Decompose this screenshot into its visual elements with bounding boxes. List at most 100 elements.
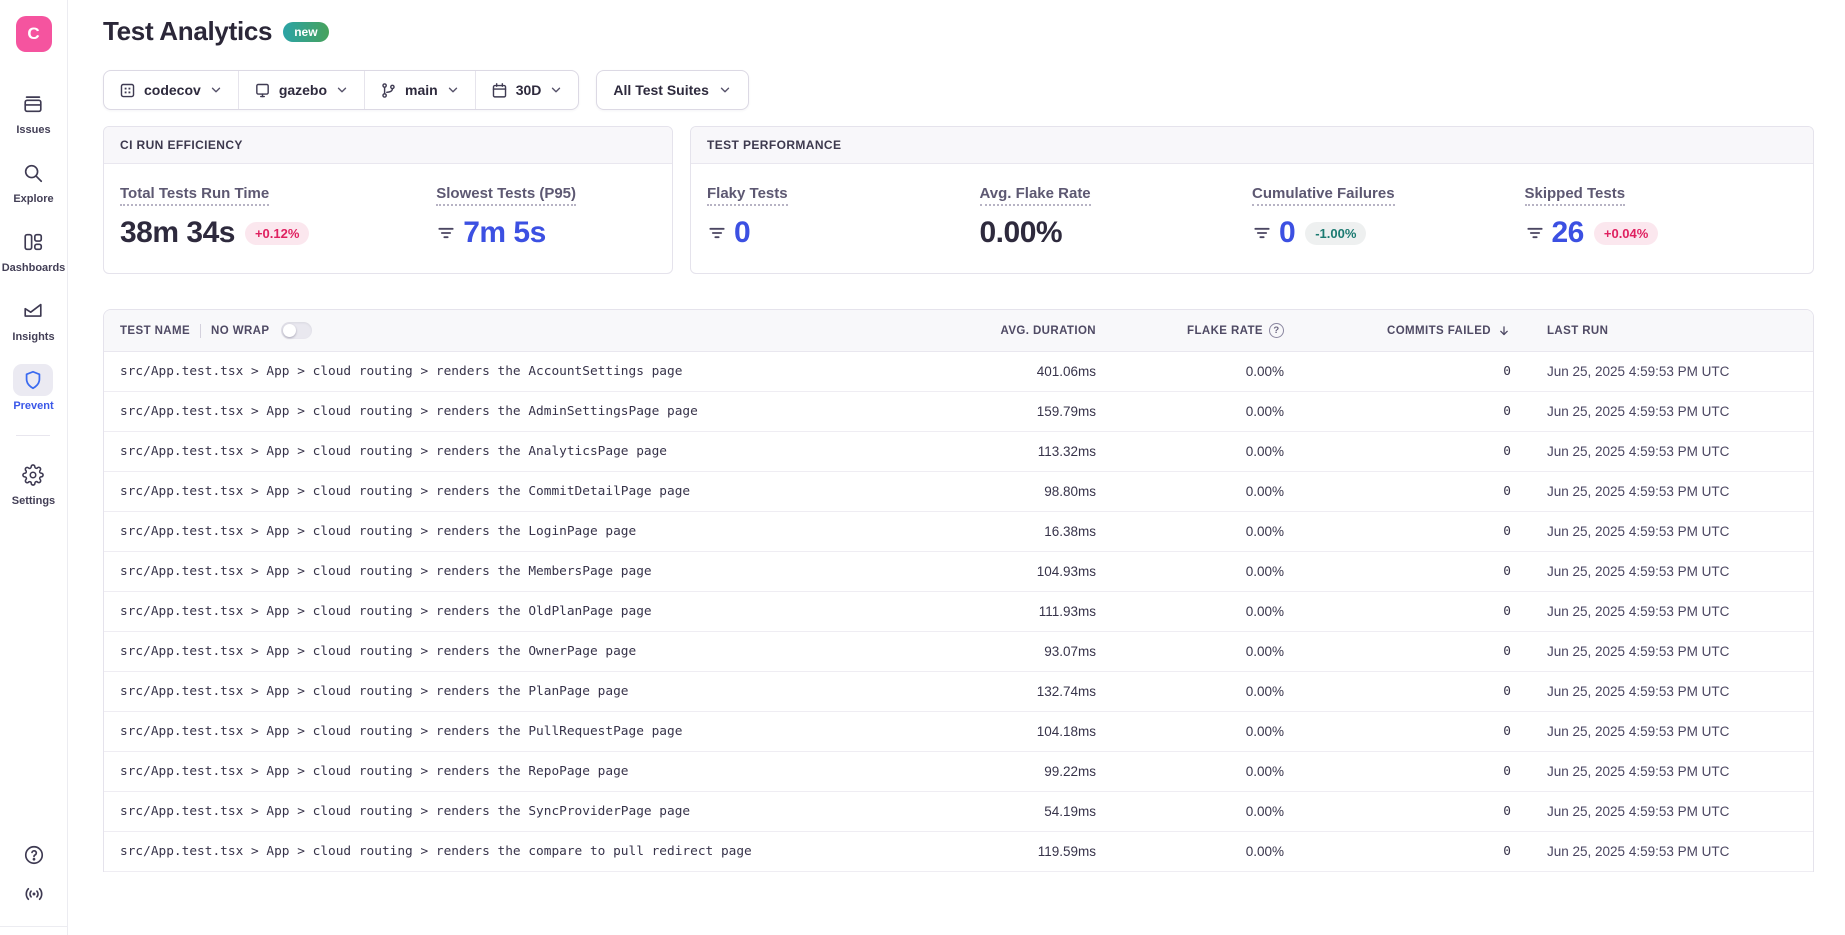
sidebar-item-explore[interactable]: Explore	[13, 157, 53, 205]
calendar-icon	[491, 82, 508, 99]
avg-duration-cell: 98.80ms	[936, 472, 1096, 512]
question-circle-icon[interactable]: ?	[1269, 323, 1284, 338]
ci-run-efficiency-panel: CI RUN EFFICIENCY Total Tests Run Time 3…	[103, 126, 673, 274]
table-row[interactable]: src/App.test.tsx > App > cloud routing >…	[104, 352, 1813, 392]
metric-label[interactable]: Total Tests Run Time	[120, 185, 269, 206]
repo-window-icon	[254, 82, 271, 99]
commits-failed-cell: 0	[1284, 632, 1511, 672]
codecov-logo[interactable]: C	[16, 16, 52, 52]
filter-lines-icon[interactable]	[707, 223, 727, 243]
table-row[interactable]: src/App.test.tsx > App > cloud routing >…	[104, 712, 1813, 752]
table-row[interactable]: src/App.test.tsx > App > cloud routing >…	[104, 392, 1813, 432]
sidebar-item-dashboards[interactable]: Dashboards	[2, 226, 66, 274]
test-suites-dropdown[interactable]: All Test Suites	[596, 70, 748, 110]
repo-selector[interactable]: gazebo	[238, 71, 364, 109]
metric-value-link[interactable]: 7m 5s	[463, 218, 546, 248]
filter-lines-icon[interactable]	[436, 223, 456, 243]
table-row[interactable]: src/App.test.tsx > App > cloud routing >…	[104, 552, 1813, 592]
table-row[interactable]: src/App.test.tsx > App > cloud routing >…	[104, 592, 1813, 632]
flake-rate-cell: 0.00%	[1096, 432, 1284, 472]
table-row[interactable]: src/App.test.tsx > App > cloud routing >…	[104, 752, 1813, 792]
test-name-cell[interactable]: src/App.test.tsx > App > cloud routing >…	[104, 352, 936, 392]
avg-duration-cell: 159.79ms	[936, 392, 1096, 432]
commits-failed-cell: 0	[1284, 352, 1511, 392]
col-header-avg-duration[interactable]: AVG. DURATION	[936, 310, 1096, 352]
table-row[interactable]: src/App.test.tsx > App > cloud routing >…	[104, 632, 1813, 672]
metric-flaky-tests: Flaky Tests 0	[707, 185, 980, 248]
avg-duration-cell: 104.18ms	[936, 712, 1096, 752]
metric-value-link[interactable]: 0	[734, 218, 750, 248]
sidebar-divider	[16, 435, 50, 436]
search-icon	[13, 157, 53, 189]
table-row[interactable]: src/App.test.tsx > App > cloud routing >…	[104, 832, 1813, 872]
last-run-cell: Jun 25, 2025 4:59:53 PM UTC	[1511, 552, 1813, 592]
sidebar-label: Explore	[13, 193, 53, 205]
test-name-cell[interactable]: src/App.test.tsx > App > cloud routing >…	[104, 592, 936, 632]
sort-descending-arrow-icon[interactable]	[1497, 324, 1511, 338]
sidebar-label: Insights	[12, 331, 54, 343]
commits-failed-cell: 0	[1284, 512, 1511, 552]
no-wrap-label: NO WRAP	[211, 325, 269, 337]
last-run-cell: Jun 25, 2025 4:59:53 PM UTC	[1511, 752, 1813, 792]
avg-duration-cell: 104.93ms	[936, 552, 1096, 592]
table-row[interactable]: src/App.test.tsx > App > cloud routing >…	[104, 672, 1813, 712]
sidebar-item-insights[interactable]: Insights	[12, 295, 54, 343]
flake-rate-cell: 0.00%	[1096, 832, 1284, 872]
last-run-cell: Jun 25, 2025 4:59:53 PM UTC	[1511, 392, 1813, 432]
table-row[interactable]: src/App.test.tsx > App > cloud routing >…	[104, 432, 1813, 472]
help-circle-icon[interactable]	[23, 844, 45, 866]
flake-rate-cell: 0.00%	[1096, 632, 1284, 672]
metric-label[interactable]: Flaky Tests	[707, 185, 788, 206]
col-header-flake-rate[interactable]: FLAKE RATE ?	[1096, 310, 1284, 352]
sidebar-item-settings[interactable]: Settings	[12, 459, 55, 507]
test-name-cell[interactable]: src/App.test.tsx > App > cloud routing >…	[104, 392, 936, 432]
commits-failed-cell: 0	[1284, 712, 1511, 752]
metric-value-link[interactable]: 26	[1552, 218, 1584, 248]
branch-selector[interactable]: main	[364, 71, 475, 109]
main-content: Test Analytics new codecov gazebo	[68, 0, 1845, 935]
insights-chart-icon	[13, 295, 53, 327]
table-row[interactable]: src/App.test.tsx > App > cloud routing >…	[104, 472, 1813, 512]
test-name-cell[interactable]: src/App.test.tsx > App > cloud routing >…	[104, 472, 936, 512]
test-name-cell[interactable]: src/App.test.tsx > App > cloud routing >…	[104, 832, 936, 872]
date-range-selector[interactable]: 30D	[475, 71, 579, 109]
test-name-cell[interactable]: src/App.test.tsx > App > cloud routing >…	[104, 712, 936, 752]
org-selector[interactable]: codecov	[104, 71, 238, 109]
col-header-last-run[interactable]: LAST RUN	[1511, 310, 1813, 352]
broadcast-icon[interactable]	[23, 883, 45, 905]
flake-rate-cell: 0.00%	[1096, 752, 1284, 792]
metric-label[interactable]: Slowest Tests (P95)	[436, 185, 576, 206]
sidebar-label: Prevent	[13, 400, 53, 412]
test-name-cell[interactable]: src/App.test.tsx > App > cloud routing >…	[104, 752, 936, 792]
git-branch-icon	[380, 82, 397, 99]
sidebar-item-prevent[interactable]: Prevent	[13, 364, 53, 412]
table-row[interactable]: src/App.test.tsx > App > cloud routing >…	[104, 792, 1813, 832]
metric-label[interactable]: Cumulative Failures	[1252, 185, 1395, 206]
metric-label[interactable]: Skipped Tests	[1525, 185, 1626, 206]
test-name-cell[interactable]: src/App.test.tsx > App > cloud routing >…	[104, 552, 936, 592]
flake-rate-cell: 0.00%	[1096, 472, 1284, 512]
table-row[interactable]: src/App.test.tsx > App > cloud routing >…	[104, 512, 1813, 552]
flake-rate-cell: 0.00%	[1096, 672, 1284, 712]
filter-lines-icon[interactable]	[1252, 223, 1272, 243]
panel-title: TEST PERFORMANCE	[691, 127, 1813, 164]
test-name-cell[interactable]: src/App.test.tsx > App > cloud routing >…	[104, 632, 936, 672]
test-name-cell[interactable]: src/App.test.tsx > App > cloud routing >…	[104, 512, 936, 552]
org-value: codecov	[144, 82, 201, 98]
avg-duration-cell: 111.93ms	[936, 592, 1096, 632]
no-wrap-toggle[interactable]	[281, 322, 312, 339]
test-name-cell[interactable]: src/App.test.tsx > App > cloud routing >…	[104, 672, 936, 712]
metric-value-link[interactable]: 0	[1279, 218, 1295, 248]
col-header-commits-failed[interactable]: COMMITS FAILED	[1284, 310, 1511, 352]
new-badge: new	[283, 22, 328, 42]
filter-lines-icon[interactable]	[1525, 223, 1545, 243]
test-name-cell[interactable]: src/App.test.tsx > App > cloud routing >…	[104, 432, 936, 472]
commits-failed-cell: 0	[1284, 672, 1511, 712]
sidebar-item-issues[interactable]: Issues	[13, 88, 53, 136]
metric-label[interactable]: Avg. Flake Rate	[980, 185, 1091, 206]
avg-duration-cell: 132.74ms	[936, 672, 1096, 712]
branch-value: main	[405, 82, 438, 98]
last-run-cell: Jun 25, 2025 4:59:53 PM UTC	[1511, 672, 1813, 712]
avg-duration-cell: 93.07ms	[936, 632, 1096, 672]
test-name-cell[interactable]: src/App.test.tsx > App > cloud routing >…	[104, 792, 936, 832]
